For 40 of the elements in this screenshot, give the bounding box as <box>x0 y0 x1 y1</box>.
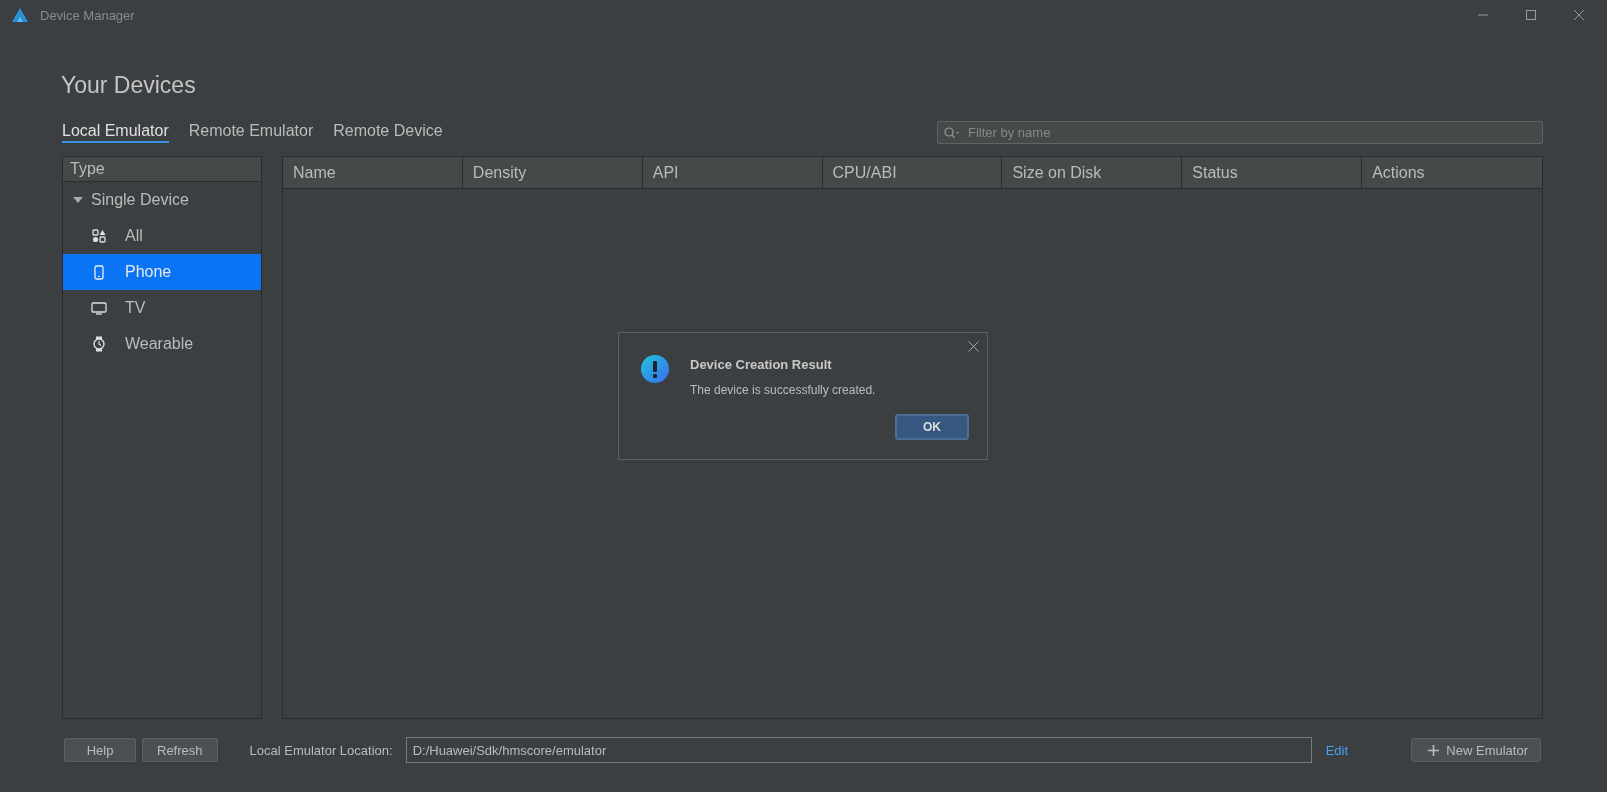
dialog-title: Device Creation Result <box>690 357 833 372</box>
close-icon[interactable] <box>968 341 979 352</box>
column-header[interactable]: Actions <box>1362 157 1542 188</box>
expand-caret-icon <box>73 196 83 204</box>
app-logo-icon <box>12 8 28 22</box>
page-heading: Your Devices <box>61 72 197 99</box>
window-title: Device Manager <box>40 7 135 23</box>
watch-icon <box>91 336 107 352</box>
ok-button[interactable]: OK <box>895 414 969 440</box>
tab[interactable]: Remote Emulator <box>188 122 314 143</box>
footer-button[interactable]: Refresh <box>142 738 218 762</box>
new-emulator-button[interactable]: New Emulator <box>1411 738 1541 762</box>
column-header[interactable]: CPU/ABI <box>822 157 1003 188</box>
tab[interactable]: Remote Device <box>333 122 443 143</box>
sidebar-item[interactable]: TV <box>63 290 261 326</box>
column-header[interactable]: API <box>642 157 823 188</box>
tab[interactable]: Local Emulator <box>62 122 169 143</box>
column-header[interactable]: Status <box>1182 157 1363 188</box>
dialog-message: The device is successfully created. <box>690 383 877 397</box>
sidebar-item[interactable]: Phone <box>63 254 261 290</box>
grid-shapes-icon <box>91 229 107 243</box>
sidebar-item[interactable]: All <box>63 218 261 254</box>
search-field[interactable]: Filter by name <box>937 121 1543 144</box>
column-header[interactable]: Density <box>462 157 643 188</box>
sidebar-item[interactable]: Wearable <box>63 326 261 362</box>
footer-button[interactable]: Help <box>64 738 136 762</box>
tree-group[interactable]: Single Device <box>63 182 261 218</box>
maximize-icon[interactable] <box>1525 9 1537 21</box>
search-icon <box>944 127 960 139</box>
monitor-icon <box>91 301 107 315</box>
phone-icon <box>91 264 107 280</box>
plus-icon <box>1428 744 1440 756</box>
close-icon[interactable] <box>1573 9 1585 21</box>
exclamation-icon <box>641 355 669 383</box>
column-header[interactable]: Name <box>283 157 463 188</box>
location-field[interactable]: D:/Huawei/Sdk/hmscore/emulator <box>405 737 1312 763</box>
sidebar-header: Type <box>63 157 261 182</box>
edit-link[interactable]: Edit <box>1325 742 1349 758</box>
column-header[interactable]: Size on Disk <box>1002 157 1183 188</box>
location-label: Local Emulator Location: <box>249 742 393 758</box>
